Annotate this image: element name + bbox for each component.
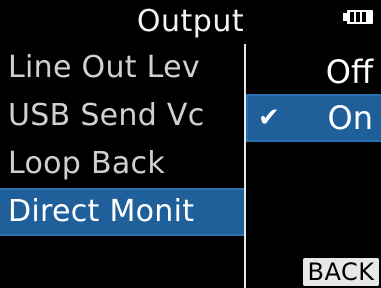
back-button[interactable]: BACK [303, 258, 379, 286]
option-off[interactable]: Off [248, 50, 381, 94]
device-screen: Output Line Out Lev USB Send Vc Loop Bac… [0, 0, 381, 288]
panel-divider [244, 44, 246, 288]
menu-item-line-out-level[interactable]: Line Out Lev [0, 46, 244, 90]
menu-item-loop-back[interactable]: Loop Back [0, 142, 244, 186]
menu-item-usb-send-volume[interactable]: USB Send Vc [0, 94, 244, 138]
option-on[interactable]: ✔ On [246, 94, 381, 142]
option-on-label: On [327, 99, 373, 137]
menu-list: Line Out Lev USB Send Vc Loop Back Direc… [0, 46, 244, 288]
battery-icon [343, 10, 373, 24]
check-icon: ✔ [258, 103, 280, 133]
page-title: Output [136, 4, 245, 39]
battery-cell [350, 12, 354, 22]
option-off-label: Off [325, 53, 373, 91]
options-panel: Off ✔ On [246, 46, 381, 288]
menu-item-direct-monitor[interactable]: Direct Monit [0, 188, 244, 236]
battery-cell [362, 12, 366, 22]
battery-cell [356, 12, 360, 22]
